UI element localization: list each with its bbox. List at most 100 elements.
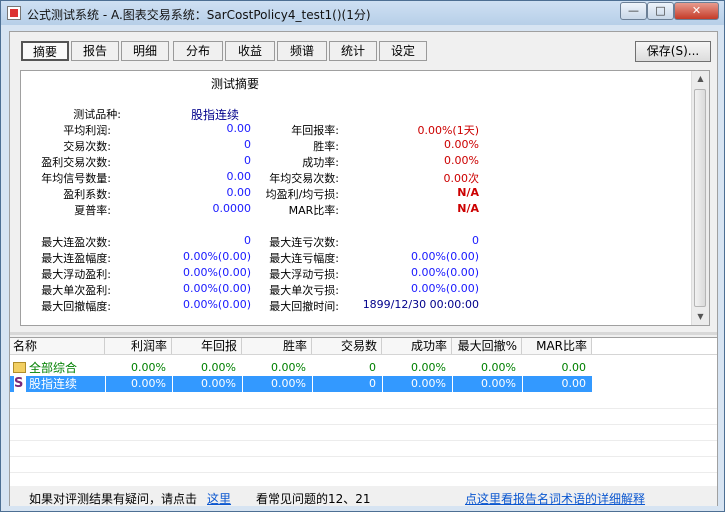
tab-distribution[interactable]: 分布 — [173, 41, 223, 61]
question-text: 如果对评测结果有疑问，请点击 — [29, 492, 198, 506]
annual-trades-value: 0.00次 — [443, 172, 480, 185]
max-single-profit-value: 0.00%(0.00) — [182, 282, 251, 295]
summary-title: 测试摘要 — [211, 77, 260, 91]
max-single-loss-label: 最大单次亏损: — [269, 284, 339, 297]
cell-profit-rate: 0.00% — [131, 361, 166, 374]
annual-return-value: 0.00%(1天) — [417, 124, 479, 137]
status-bar: 如果对评测结果有疑问，请点击 这里 看常见问题的12、21 点这里看报告名词术语… — [10, 486, 717, 506]
cell-success: 0.00% — [411, 377, 446, 390]
cell-divider — [312, 376, 313, 392]
window-title: 公式测试系统 - A.图表交易系统：SarCostPolicy4_test1()… — [27, 8, 371, 22]
scroll-up-icon[interactable]: ▲ — [692, 71, 709, 87]
title-bar[interactable]: 公式测试系统 - A.图表交易系统：SarCostPolicy4_test1()… — [1, 1, 724, 25]
col-win-rate-header[interactable]: 胜率 — [242, 338, 312, 354]
tab-profit[interactable]: 收益 — [225, 41, 275, 61]
mar-ratio-label: MAR比率: — [288, 204, 339, 217]
grid-line — [10, 456, 717, 457]
row-name: 全部综合 — [29, 361, 78, 375]
table-row-selected[interactable]: S 股指连续 0.00% 0.00% 0.00% 0 0.00% 0.00% 0… — [10, 376, 592, 392]
grid-line — [10, 440, 717, 441]
col-success-header[interactable]: 成功率 — [382, 338, 452, 354]
annual-return-label: 年回报率: — [291, 124, 339, 137]
annual-signals-label: 年均信号数量: — [41, 172, 111, 185]
here-link[interactable]: 这里 — [207, 490, 231, 507]
trade-count-value: 0 — [244, 138, 251, 151]
cell-divider — [242, 376, 243, 392]
win-rate-label: 胜率: — [313, 140, 339, 153]
cell-divider — [105, 376, 106, 392]
col-annual-return-header[interactable]: 年回报 — [172, 338, 242, 354]
tab-settings[interactable]: 设定 — [379, 41, 427, 61]
cell-annual-return: 0.00% — [201, 377, 236, 390]
faq-text: 看常见问题的12、21 — [256, 492, 371, 506]
tab-statistics[interactable]: 统计 — [329, 41, 377, 61]
cell-profit-rate: 0.00% — [131, 377, 166, 390]
scroll-down-icon[interactable]: ▼ — [692, 309, 709, 325]
profit-factor-label: 盈利系数: — [63, 188, 111, 201]
maximize-button[interactable]: □ — [647, 2, 674, 20]
grid-line — [10, 472, 717, 473]
sharpe-label: 夏普率: — [74, 204, 111, 217]
win-trades-label: 盈利交易次数: — [41, 156, 111, 169]
max-loss-run-label: 最大连亏幅度: — [269, 252, 339, 265]
grid-line — [10, 408, 717, 409]
avg-win-loss-label: 均盈利/均亏损: — [265, 188, 339, 201]
product-value: 股指连续 — [191, 108, 240, 122]
annual-signals-value: 0.00 — [226, 170, 252, 183]
col-max-dd-header[interactable]: 最大回撤% — [452, 338, 522, 354]
glossary-link[interactable]: 点这里看报告名词术语的详细解释 — [465, 490, 645, 507]
cell-win-rate: 0.00% — [271, 377, 306, 390]
client-area: 摘要 报告 明细 分布 收益 频谱 统计 设定 保存(S)... 测试摘要 测试… — [9, 31, 718, 506]
trade-count-label: 交易次数: — [63, 140, 111, 153]
tab-report[interactable]: 报告 — [71, 41, 119, 61]
summary-scrollbar[interactable]: ▲ ▼ — [691, 71, 709, 325]
strategy-icon: S — [14, 376, 26, 392]
cell-divider — [452, 376, 453, 392]
cell-annual-return: 0.00% — [201, 361, 236, 374]
app-icon — [7, 6, 21, 20]
scroll-thumb[interactable] — [694, 89, 706, 307]
sharpe-value: 0.0000 — [212, 202, 252, 215]
col-mar-header[interactable]: MAR比率 — [522, 338, 592, 354]
col-name-header[interactable]: 名称 — [10, 338, 105, 354]
cell-trades: 0 — [369, 361, 376, 374]
table-row[interactable]: 全部综合 0.00% 0.00% 0.00% 0 0.00% 0.00% 0.0… — [10, 360, 592, 376]
product-label: 测试品种: — [73, 108, 121, 121]
max-consec-wins-label: 最大连盈次数: — [41, 236, 111, 249]
cell-mar: 0.00 — [561, 377, 587, 390]
max-consec-wins-value: 0 — [244, 234, 251, 247]
cell-divider — [382, 376, 383, 392]
close-button[interactable]: ✕ — [674, 2, 719, 20]
max-single-profit-label: 最大单次盈利: — [41, 284, 111, 297]
win-rate-value: 0.00% — [444, 138, 479, 151]
save-button[interactable]: 保存(S)... — [635, 41, 711, 62]
avg-win-loss-value: N/A — [457, 186, 479, 199]
max-drawdown-value: 0.00%(0.00) — [182, 298, 251, 311]
tab-detail[interactable]: 明细 — [121, 41, 169, 61]
max-drawdown-label: 最大回撤幅度: — [41, 300, 111, 313]
max-win-run-label: 最大连盈幅度: — [41, 252, 111, 265]
mar-ratio-value: N/A — [457, 202, 479, 215]
max-loss-run-value: 0.00%(0.00) — [410, 250, 479, 263]
tab-summary[interactable]: 摘要 — [21, 41, 69, 61]
cell-divider — [522, 376, 523, 392]
col-trades-header[interactable]: 交易数 — [312, 338, 382, 354]
max-consec-losses-label: 最大连亏次数: — [269, 236, 339, 249]
cell-mar: 0.00 — [561, 361, 587, 374]
max-float-loss-value: 0.00%(0.00) — [410, 266, 479, 279]
success-rate-value: 0.00% — [444, 154, 479, 167]
folder-icon — [13, 362, 26, 373]
minimize-button[interactable]: — — [620, 2, 647, 20]
success-rate-label: 成功率: — [302, 156, 339, 169]
tab-spectrum[interactable]: 频谱 — [277, 41, 327, 61]
win-trades-value: 0 — [244, 154, 251, 167]
max-drawdown-time-value: 1899/12/30 00:00:00 — [362, 298, 479, 311]
col-profit-rate-header[interactable]: 利润率 — [105, 338, 172, 354]
row-name: 股指连续 — [29, 377, 78, 391]
splitter[interactable] — [10, 332, 717, 335]
cell-success: 0.00% — [411, 361, 446, 374]
max-float-loss-label: 最大浮动亏损: — [269, 268, 339, 281]
cell-win-rate: 0.00% — [271, 361, 306, 374]
max-drawdown-time-label: 最大回撤时间: — [269, 300, 339, 313]
max-win-run-value: 0.00%(0.00) — [182, 250, 251, 263]
